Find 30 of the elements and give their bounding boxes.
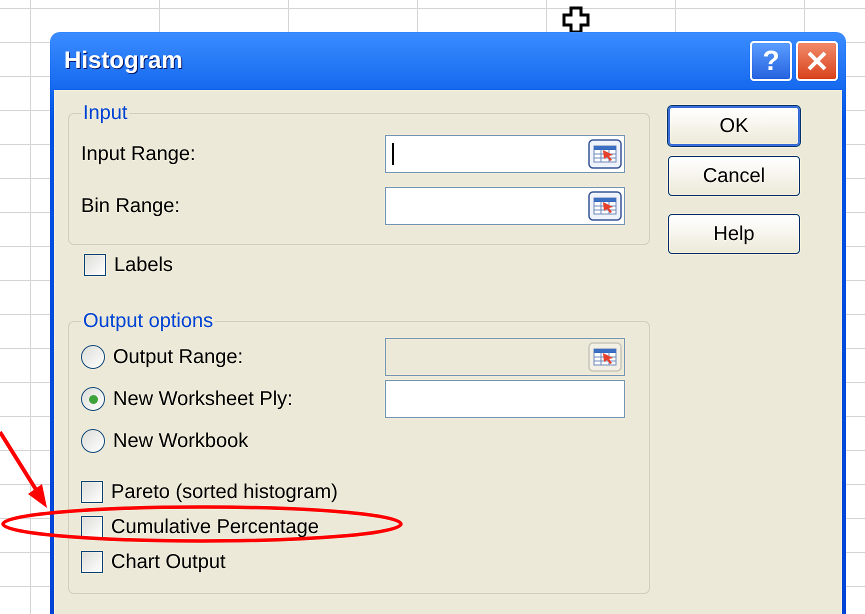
radio-label: New Worksheet Ply:	[113, 387, 293, 412]
field-label: Input Range:	[81, 142, 196, 167]
dialog-button[interactable]: Cancel	[668, 156, 800, 196]
radio-button[interactable]	[81, 345, 105, 369]
window-title: Histogram	[64, 46, 184, 76]
close-button[interactable]	[796, 41, 838, 81]
range-field[interactable]	[385, 380, 625, 418]
checkbox-label: Cumulative Percentage	[111, 514, 319, 540]
checkbox[interactable]	[84, 254, 106, 276]
range-field[interactable]	[385, 187, 625, 225]
checkbox-label: Labels	[114, 252, 173, 278]
range-picker-icon[interactable]	[588, 191, 622, 221]
group-title: Output options	[82, 309, 214, 334]
checkbox[interactable]	[81, 550, 103, 572]
checkbox-label: Chart Output	[111, 550, 226, 574]
group-title: Input	[82, 101, 128, 126]
dialog-button[interactable]: Help	[668, 214, 800, 254]
range-picker-icon[interactable]	[588, 139, 622, 169]
checkbox[interactable]	[81, 480, 103, 502]
radio-button[interactable]	[81, 429, 105, 453]
radio-label: New Workbook	[113, 429, 248, 454]
radio-label: Output Range:	[113, 345, 244, 370]
dialog-button[interactable]: OK	[668, 106, 800, 146]
checkbox[interactable]	[81, 516, 103, 538]
crosshair-cursor-icon	[562, 6, 590, 34]
field-label: Bin Range:	[81, 194, 180, 219]
close-icon	[806, 50, 828, 72]
checkbox-label: Pareto (sorted histogram)	[111, 480, 338, 504]
radio-button[interactable]	[81, 387, 105, 411]
range-field[interactable]	[385, 135, 625, 173]
